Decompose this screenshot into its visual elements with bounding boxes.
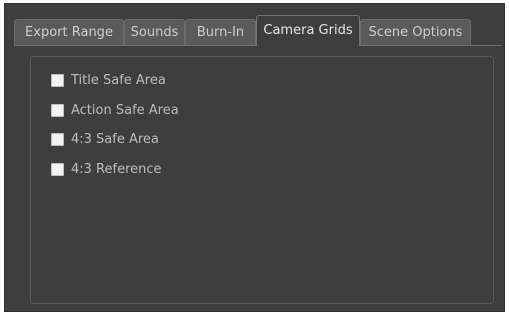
four-three-reference-option[interactable]: 4:3 Reference (51, 160, 162, 178)
tab-camera-grids[interactable]: Camera Grids (256, 15, 360, 46)
tab-scene-options[interactable]: Scene Options (360, 19, 471, 45)
tab-bar: Export Range Sounds Burn-In Camera Grids… (14, 15, 484, 46)
title-safe-area-label: Title Safe Area (71, 72, 166, 88)
export-dialog-frame: Export Range Sounds Burn-In Camera Grids… (4, 3, 505, 312)
tab-sounds[interactable]: Sounds (124, 19, 185, 45)
four-three-safe-area-option[interactable]: 4:3 Safe Area (51, 130, 159, 148)
title-safe-area-option[interactable]: Title Safe Area (51, 71, 166, 89)
camera-grids-panel: Title Safe Area Action Safe Area 4:3 Saf… (14, 45, 501, 310)
four-three-safe-area-label: 4:3 Safe Area (71, 131, 159, 147)
tab-burn-in[interactable]: Burn-In (185, 19, 256, 45)
four-three-safe-area-checkbox[interactable] (51, 132, 64, 146)
action-safe-area-option[interactable]: Action Safe Area (51, 101, 179, 119)
four-three-reference-label: 4:3 Reference (71, 161, 162, 177)
camera-grids-group: Title Safe Area Action Safe Area 4:3 Saf… (30, 56, 494, 304)
tab-export-range[interactable]: Export Range (14, 19, 124, 45)
action-safe-area-label: Action Safe Area (71, 102, 179, 118)
four-three-reference-checkbox[interactable] (51, 162, 64, 176)
title-safe-area-checkbox[interactable] (51, 73, 64, 87)
action-safe-area-checkbox[interactable] (51, 103, 64, 117)
